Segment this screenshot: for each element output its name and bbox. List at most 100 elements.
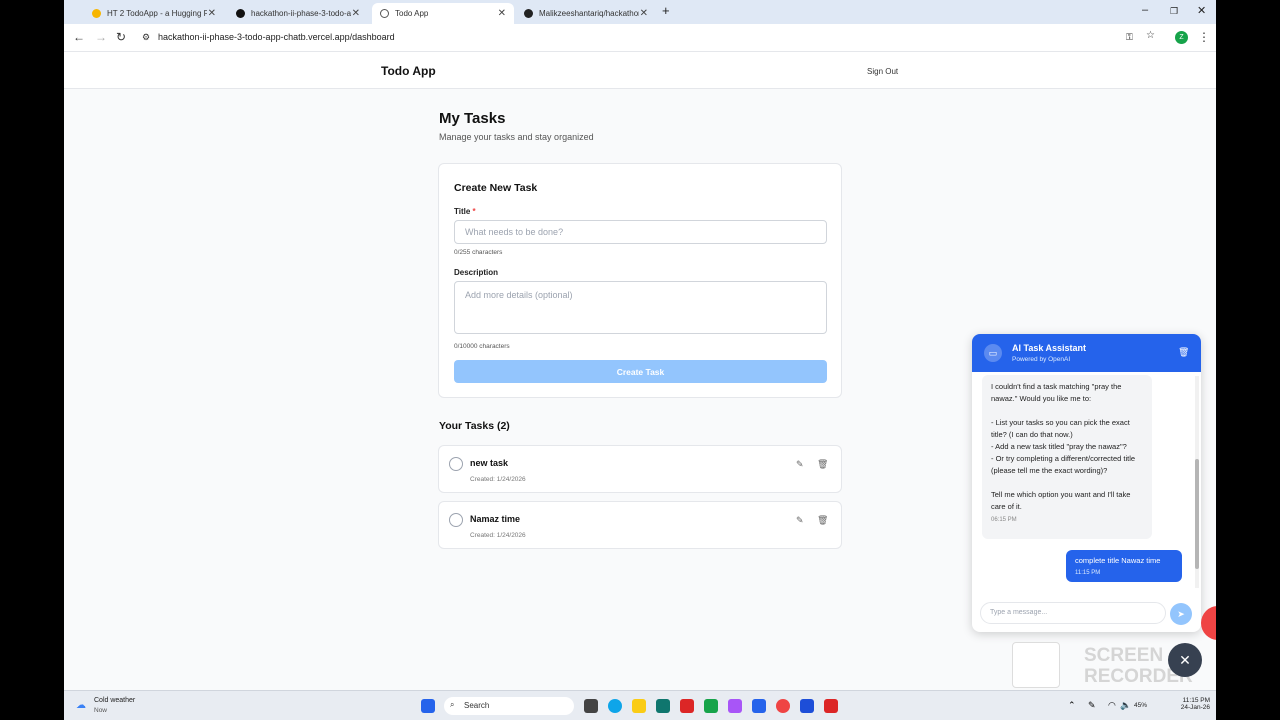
title-input[interactable]: What needs to be done? [454, 220, 827, 244]
description-textarea[interactable]: Add more details (optional) [454, 281, 827, 334]
app-header: Todo App Sign Out [64, 52, 1216, 89]
recorder-thumbnail[interactable] [1012, 642, 1060, 688]
close-window-icon[interactable]: ✕ [1197, 4, 1206, 17]
tab-title: HT 2 TodoApp - a Hugging Face [107, 9, 207, 18]
task-created-date: Created: 1/24/2026 [470, 476, 526, 483]
tab-title: Malikzeeshantariq/hackathon-ii [539, 9, 639, 18]
clock[interactable]: 11:15 PM 24-Jan-26 [1170, 697, 1210, 711]
globe-icon [380, 9, 389, 18]
back-icon[interactable]: ← [73, 30, 85, 44]
user-message: complete title Nawaz time 11:15 PM [1066, 550, 1182, 582]
taskbar-search[interactable]: ⌕ Search [444, 697, 574, 715]
complete-checkbox[interactable] [449, 457, 463, 471]
tab-title: hackathon-ii-phase-3-todo-app [251, 9, 351, 18]
task-title: Namaz time [470, 514, 521, 524]
pen-icon[interactable]: ✎ [1088, 700, 1096, 711]
task-view-icon[interactable] [584, 699, 598, 713]
hugging-face-icon [92, 9, 101, 18]
tasks-heading: Your Tasks (2) [439, 420, 510, 432]
volume-icon[interactable]: 🔈 [1120, 700, 1131, 711]
page-title: My Tasks [439, 110, 506, 127]
send-icon[interactable]: ➤ [1170, 603, 1192, 625]
maximize-icon[interactable]: ❐ [1170, 6, 1178, 17]
monitor-icon: ▭ [984, 344, 1002, 362]
minimize-icon[interactable]: – [1142, 4, 1148, 16]
close-tab-icon[interactable]: ✕ [498, 8, 506, 19]
create-task-card: Create New Task Title * What needs to be… [438, 163, 842, 398]
excel-icon[interactable] [704, 699, 718, 713]
chat-panel: ▭ AI Task Assistant Powered by OpenAI 🗑 … [972, 334, 1201, 632]
address-bar: ← → ↻ ⚙ hackathon-ii-phase-3-todo-app-ch… [64, 24, 1216, 52]
edit-icon[interactable]: ✎ [796, 459, 804, 470]
windows-taskbar: ☁ Cold weather Now ⌕ Search ⌃ ✎ ◠ 🔈 45% … [64, 690, 1216, 720]
chrome-icon[interactable] [776, 699, 790, 713]
vscode-icon[interactable] [752, 699, 766, 713]
close-tab-icon[interactable]: ✕ [640, 8, 648, 19]
required-marker: * [472, 207, 476, 216]
chat-header: ▭ AI Task Assistant Powered by OpenAI 🗑 [972, 334, 1201, 372]
description-label: Description [454, 268, 499, 277]
weather-title[interactable]: Cold weather [94, 697, 135, 704]
site-info-icon[interactable]: ⚙ [142, 32, 150, 43]
file-explorer-icon[interactable] [632, 699, 646, 713]
complete-checkbox[interactable] [449, 513, 463, 527]
new-tab-icon[interactable]: + [662, 3, 670, 18]
weather-icon[interactable]: ☁ [76, 700, 86, 711]
trash-icon[interactable]: 🗑 [817, 515, 828, 526]
edge-icon[interactable] [608, 699, 622, 713]
clock-time: 11:15 PM [1182, 697, 1210, 704]
recorder-app-icon[interactable] [824, 699, 838, 713]
clock-date: 24-Jan-26 [1180, 704, 1210, 711]
browser-tab-github[interactable]: Malikzeeshantariq/hackathon-ii ✕ [516, 3, 656, 24]
browser-tab-todo-app[interactable]: Todo App ✕ [372, 3, 514, 24]
assistant-message-text: I couldn't find a task matching "pray th… [991, 382, 1136, 511]
reload-icon[interactable]: ↻ [116, 30, 126, 44]
close-chat-button[interactable]: ✕ [1168, 643, 1202, 677]
tab-title: Todo App [395, 9, 429, 18]
github-icon [524, 9, 533, 18]
menu-dots-icon[interactable]: ⋮ [1198, 30, 1210, 44]
create-task-button[interactable]: Create Task [454, 360, 827, 383]
tray-chevron-icon[interactable]: ⌃ [1068, 700, 1076, 711]
battery-status[interactable]: 45% [1134, 702, 1147, 709]
start-icon[interactable] [421, 699, 435, 713]
close-tab-icon[interactable]: ✕ [208, 8, 216, 19]
search-label: Search [464, 701, 490, 710]
weather-subtitle: Now [94, 707, 108, 714]
trash-icon[interactable]: 🗑 [817, 459, 828, 470]
wifi-icon[interactable]: ◠ [1108, 700, 1116, 711]
edit-icon[interactable]: ✎ [796, 515, 804, 526]
close-tab-icon[interactable]: ✕ [352, 8, 360, 19]
url-field[interactable]: hackathon-ii-phase-3-todo-app-chatb.verc… [158, 32, 395, 42]
store-icon[interactable] [656, 699, 670, 713]
copilot-icon[interactable] [728, 699, 742, 713]
chat-messages[interactable]: I couldn't find a task matching "pray th… [972, 372, 1201, 592]
task-item: Namaz time Created: 1/24/2026 ✎ 🗑 [438, 501, 842, 549]
title-char-count: 0/255 characters [454, 249, 503, 256]
chat-message-input[interactable]: Type a message... [980, 602, 1166, 624]
forward-icon[interactable]: → [95, 30, 107, 44]
task-created-date: Created: 1/24/2026 [470, 532, 526, 539]
outlook-icon[interactable] [800, 699, 814, 713]
brand-logo[interactable]: Todo App [381, 64, 436, 78]
user-message-text: complete title Nawaz time [1075, 556, 1161, 565]
key-icon[interactable]: ⚿ [1126, 32, 1133, 43]
record-indicator[interactable] [1201, 606, 1216, 640]
sign-out-button[interactable]: Sign Out [867, 67, 898, 76]
vercel-icon [236, 9, 245, 18]
screen: HT 2 TodoApp - a Hugging Face ✕ hackatho… [64, 0, 1216, 720]
profile-avatar[interactable]: Z [1175, 31, 1188, 44]
title-label: Title * [454, 207, 476, 216]
task-title: new task [470, 458, 509, 468]
browser-tab-huggingface[interactable]: HT 2 TodoApp - a Hugging Face ✕ [84, 3, 224, 24]
browser-tab-vercel[interactable]: hackathon-ii-phase-3-todo-app ✕ [228, 3, 368, 24]
chat-scroll-thumb[interactable] [1195, 459, 1199, 569]
app-l-icon[interactable] [680, 699, 694, 713]
user-message-time: 11:15 PM [1075, 570, 1101, 576]
clear-chat-icon[interactable]: 🗑 [1178, 347, 1189, 358]
chat-powered-by: Powered by OpenAI [1012, 356, 1071, 363]
create-task-heading: Create New Task [454, 182, 538, 194]
chat-title: AI Task Assistant [1012, 343, 1087, 353]
title-label-text: Title [454, 207, 471, 216]
bookmark-star-icon[interactable]: ☆ [1146, 30, 1155, 41]
